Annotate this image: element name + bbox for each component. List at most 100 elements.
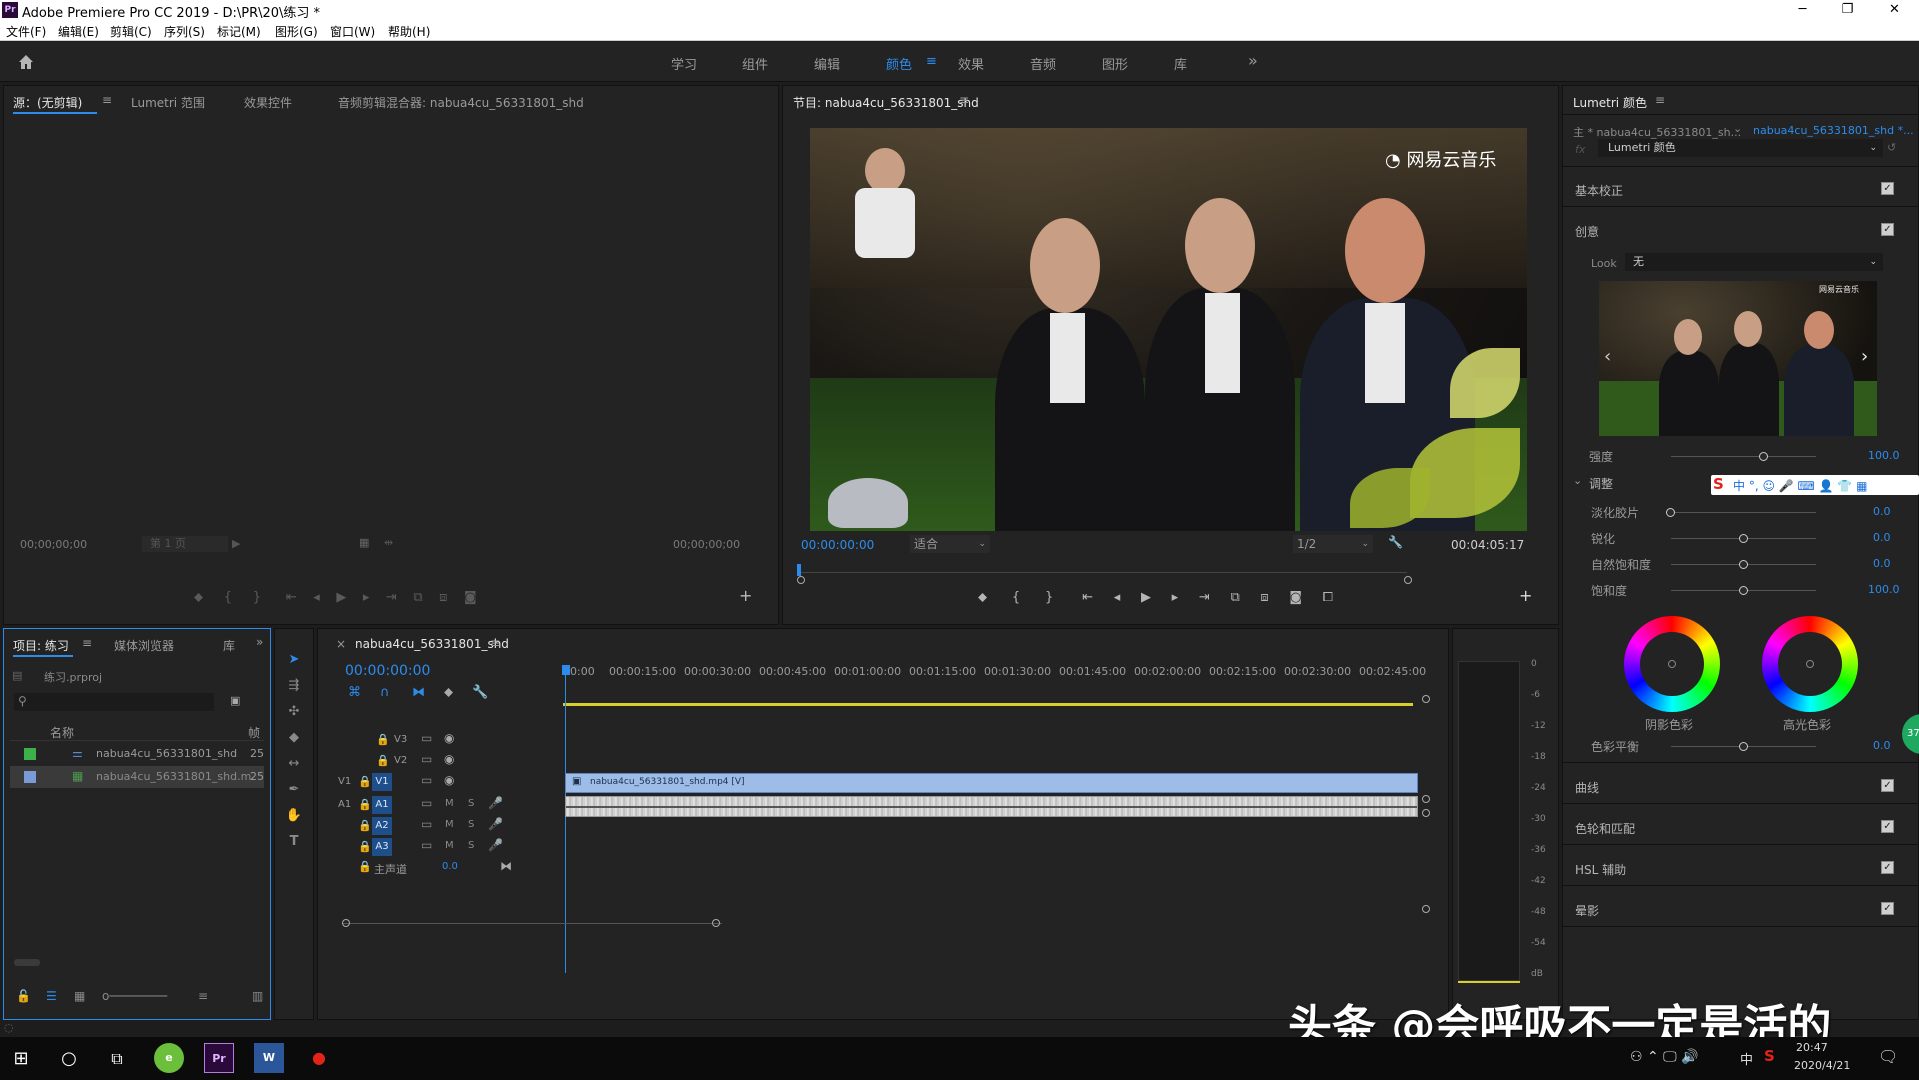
section-creative[interactable]: 创意 xyxy=(1575,223,1599,240)
intensity-slider[interactable] xyxy=(1671,456,1816,457)
export-frame-icon[interactable]: ◙ xyxy=(1289,590,1302,605)
mark-out-icon[interactable]: } xyxy=(253,590,261,605)
saturation-value[interactable]: 100.0 xyxy=(1868,583,1900,596)
effect-select[interactable]: Lumetri 颜色 ⌄ xyxy=(1598,139,1883,157)
playhead-handle[interactable] xyxy=(562,665,570,675)
lock-icon[interactable]: 🔒 xyxy=(358,798,372,811)
clock-time[interactable]: 20:47 xyxy=(1796,1041,1828,1054)
play-icon[interactable]: ▶ xyxy=(232,537,240,550)
hand-tool-icon[interactable]: ✋ xyxy=(284,807,304,825)
workspace-libraries[interactable]: 库 xyxy=(1174,54,1187,73)
maximize-button[interactable]: ❐ xyxy=(1825,0,1870,20)
work-area-bar[interactable] xyxy=(563,703,1413,706)
tab-source[interactable]: 源：(无剪辑) xyxy=(13,94,82,111)
vertical-scroll-handle[interactable] xyxy=(1422,809,1430,817)
track-select-tool-icon[interactable]: ⇶ xyxy=(284,677,304,695)
settings-wrench-icon[interactable]: 🔧 xyxy=(1388,535,1403,549)
list-item[interactable]: ▦ nabua4cu_56331801_shd.m 25 xyxy=(10,766,264,788)
button-editor-icon[interactable]: + xyxy=(739,586,752,605)
add-marker-icon[interactable]: ⬥ xyxy=(978,590,987,605)
track-target-v1[interactable]: V1 xyxy=(372,773,392,791)
audio-clip[interactable] xyxy=(565,796,1418,817)
faded-film-value[interactable]: 0.0 xyxy=(1873,505,1891,518)
system-tray-icons[interactable]: ⚇ ⌃ 🖵 🔊 xyxy=(1630,1049,1699,1065)
shadow-tint-wheel[interactable] xyxy=(1624,616,1720,712)
program-video-frame[interactable]: ◔ 网易云音乐 xyxy=(810,128,1527,531)
wheel-puck[interactable] xyxy=(1668,660,1676,668)
cortana-icon[interactable]: ○ xyxy=(50,1043,88,1075)
menu-file[interactable]: 文件(F) xyxy=(6,23,46,40)
tab-lumetri-color[interactable]: Lumetri 颜色 xyxy=(1573,94,1647,111)
basic-correction-checkbox[interactable]: ✓ xyxy=(1881,182,1894,195)
comparison-view-icon[interactable]: ⧠ xyxy=(1323,590,1333,605)
track-target-a3[interactable]: A3 xyxy=(372,838,392,856)
vertical-scroll-handle[interactable] xyxy=(1422,905,1430,913)
snap-icon[interactable]: ∩ xyxy=(380,685,390,700)
list-item[interactable]: ⚌ nabua4cu_56331801_shd 25 xyxy=(10,743,264,765)
highlight-tint-wheel[interactable] xyxy=(1762,616,1858,712)
zoom-slider[interactable]: o──────── xyxy=(102,989,167,1003)
mark-in-icon[interactable]: { xyxy=(1012,590,1020,605)
section-color-wheels[interactable]: 色轮和匹配 xyxy=(1575,820,1635,837)
microphone-icon[interactable]: 🎤 xyxy=(488,796,503,810)
home-icon[interactable] xyxy=(16,52,36,72)
lock-icon[interactable]: 🔒 xyxy=(358,860,372,873)
workspace-editing[interactable]: 编辑 xyxy=(814,54,840,73)
vertical-scroll-handle[interactable] xyxy=(1422,695,1430,703)
column-frame-rate[interactable]: 帧 xyxy=(248,724,260,741)
color-wheels-checkbox[interactable]: ✓ xyxy=(1881,820,1894,833)
solo-button[interactable]: S xyxy=(468,819,474,830)
mark-out-icon[interactable]: } xyxy=(1045,590,1053,605)
video-clip[interactable]: ▣ nabua4cu_56331801_shd.mp4 [V] xyxy=(565,773,1418,793)
adjust-label[interactable]: 调整 xyxy=(1589,475,1613,492)
tab-effect-controls[interactable]: 效果控件 xyxy=(244,94,292,111)
lift-icon[interactable]: ⧉ xyxy=(1230,590,1239,605)
menu-edit[interactable]: 编辑(E) xyxy=(58,23,99,40)
sync-lock-icon[interactable]: ▭ xyxy=(421,773,432,787)
mark-in-icon[interactable]: { xyxy=(224,590,232,605)
zoom-select[interactable]: 适合 ⌄ xyxy=(910,535,990,553)
lock-icon[interactable]: 🔒 xyxy=(358,775,372,788)
intensity-value[interactable]: 100.0 xyxy=(1868,449,1900,462)
menu-sequence[interactable]: 序列(S) xyxy=(164,23,205,40)
lock-icon[interactable]: 🔒 xyxy=(358,819,372,832)
tab-program[interactable]: 节目: nabua4cu_56331801_shd xyxy=(793,94,979,111)
new-bin-from-search-icon[interactable]: ▣ xyxy=(230,694,240,707)
slip-tool-icon[interactable]: ↔ xyxy=(284,755,304,773)
go-to-out-icon[interactable]: ⇥ xyxy=(1199,590,1210,605)
resolution-select[interactable]: 1/2 ⌄ xyxy=(1293,535,1373,553)
tab-media-browser[interactable]: 媒体浏览器 xyxy=(114,637,174,654)
sharpen-slider-knob[interactable] xyxy=(1738,534,1748,543)
column-name[interactable]: 名称 xyxy=(50,724,74,741)
look-select[interactable]: 无 ⌄ xyxy=(1625,253,1883,271)
ripple-edit-tool-icon[interactable]: ✣ xyxy=(284,703,304,721)
tab-sequence[interactable]: nabua4cu_56331801_shd xyxy=(355,637,509,651)
extract-icon[interactable]: ⧈ xyxy=(1260,590,1268,605)
premiere-taskbar-icon[interactable]: Pr xyxy=(204,1043,234,1073)
section-hsl-secondary[interactable]: HSL 辅助 xyxy=(1575,861,1626,878)
solo-button[interactable]: S xyxy=(468,840,474,851)
eye-icon[interactable]: ◉ xyxy=(444,731,454,745)
go-to-in-icon[interactable]: ⇤ xyxy=(286,590,297,605)
workspace-more-icon[interactable]: » xyxy=(1248,51,1258,70)
sort-icon[interactable]: ≡ xyxy=(198,989,208,1003)
step-forward-icon[interactable]: ▸ xyxy=(363,590,370,605)
faded-film-slider-knob[interactable] xyxy=(1666,508,1675,517)
source-settings-icon[interactable]: ▦ xyxy=(359,536,369,549)
menu-window[interactable]: 窗口(W) xyxy=(330,23,375,40)
workspace-color[interactable]: 颜色 xyxy=(886,54,912,73)
section-basic-correction[interactable]: 基本校正 xyxy=(1575,182,1623,199)
track-name[interactable]: V3 xyxy=(394,734,407,745)
word-taskbar-icon[interactable]: W xyxy=(254,1043,284,1073)
nest-icon[interactable]: ⌘ xyxy=(348,685,361,700)
lock-icon[interactable]: 🔓 xyxy=(16,989,31,1003)
list-view-icon[interactable]: ☰ xyxy=(46,989,57,1003)
pen-tool-icon[interactable]: ✒ xyxy=(284,781,304,799)
sharpen-value[interactable]: 0.0 xyxy=(1873,531,1891,544)
sequence-clip-label[interactable]: nabua4cu_56331801_shd *... xyxy=(1753,124,1914,137)
eye-icon[interactable]: ◉ xyxy=(444,752,454,766)
label-color-swatch[interactable] xyxy=(24,771,36,783)
microphone-icon[interactable]: 🎤 xyxy=(488,838,503,852)
linked-selection-icon[interactable]: ⧓ xyxy=(412,685,425,700)
sync-lock-icon[interactable]: ▭ xyxy=(421,817,432,831)
